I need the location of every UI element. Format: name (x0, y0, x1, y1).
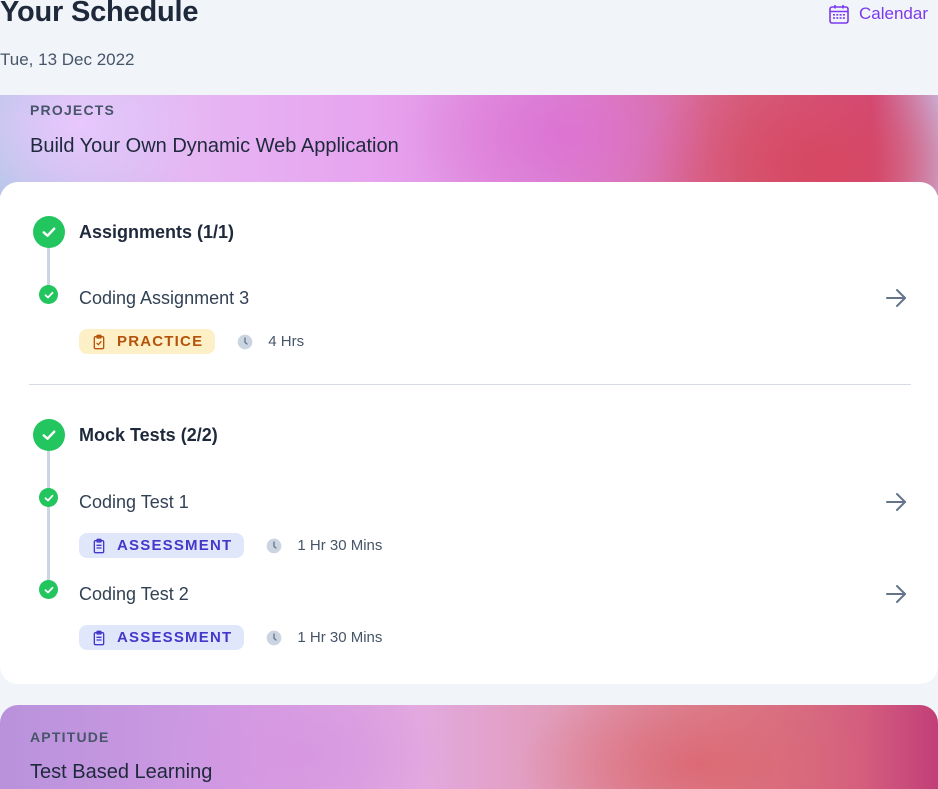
schedule-date: Tue, 13 Dec 2022 (0, 50, 135, 69)
check-circle-icon (39, 285, 58, 304)
item-meta: PRACTICE 4 Hrs (79, 329, 304, 354)
timeline-rail (47, 435, 50, 590)
group-label: Mock Tests (2/2) (79, 424, 218, 445)
schedule-header: Your Schedule Tue, 13 Dec 2022 Calendar (0, 0, 938, 95)
schedule-card: Assignments (1/1) Coding Assignment 3 PR… (0, 182, 938, 684)
section-eyebrow: PROJECTS (30, 102, 116, 118)
group-divider (29, 384, 911, 385)
arrow-right-icon[interactable] (884, 490, 908, 514)
tag-label: ASSESSMENT (117, 537, 233, 554)
item-meta: ASSESSMENT 1 Hr 30 Mins (79, 533, 382, 558)
item-title[interactable]: Coding Test 2 (79, 584, 189, 605)
section-banner: PROJECTS Build Your Own Dynamic Web Appl… (0, 95, 938, 195)
clock-icon (267, 630, 282, 645)
check-circle-icon (33, 216, 65, 248)
group-mock-tests: Mock Tests (2/2) (33, 419, 218, 451)
section-title: Build Your Own Dynamic Web Application (30, 135, 399, 157)
arrow-right-icon[interactable] (884, 286, 908, 310)
calendar-link[interactable]: Calendar (827, 2, 928, 26)
section-title: Test Based Learning (30, 761, 213, 783)
check-circle-icon (33, 419, 65, 451)
page-title: Your Schedule (0, 0, 199, 28)
item-duration: 1 Hr 30 Mins (297, 629, 383, 646)
clipboard-icon (93, 334, 105, 349)
clipboard-icon (93, 538, 105, 553)
practice-tag: PRACTICE (79, 329, 216, 354)
assessment-tag: ASSESSMENT (79, 625, 245, 650)
item-title[interactable]: Coding Test 1 (79, 492, 189, 513)
clock-icon (267, 538, 282, 553)
calendar-link-label: Calendar (859, 4, 928, 23)
calendar-icon (829, 5, 849, 24)
check-circle-icon (39, 580, 58, 599)
section-projects: PROJECTS Build Your Own Dynamic Web Appl… (0, 95, 938, 195)
clock-icon (237, 334, 253, 349)
tag-label: PRACTICE (117, 333, 204, 350)
group-assignments: Assignments (1/1) (33, 216, 234, 248)
tag-label: ASSESSMENT (117, 629, 233, 646)
schedule-page: Your Schedule Tue, 13 Dec 2022 Calendar … (0, 0, 938, 789)
item-duration: 4 Hrs (268, 333, 305, 350)
section-banner: APTITUDE Test Based Learning (0, 705, 938, 789)
group-label: Assignments (1/1) (79, 221, 235, 242)
item-meta: ASSESSMENT 1 Hr 30 Mins (79, 625, 382, 650)
check-circle-icon (39, 488, 58, 507)
assessment-tag: ASSESSMENT (79, 533, 245, 558)
clipboard-icon (93, 630, 105, 645)
item-title[interactable]: Coding Assignment 3 (79, 288, 249, 309)
section-aptitude: APTITUDE Test Based Learning (0, 705, 938, 789)
arrow-right-icon[interactable] (884, 582, 908, 606)
section-eyebrow: APTITUDE (30, 729, 110, 745)
item-duration: 1 Hr 30 Mins (297, 537, 383, 554)
